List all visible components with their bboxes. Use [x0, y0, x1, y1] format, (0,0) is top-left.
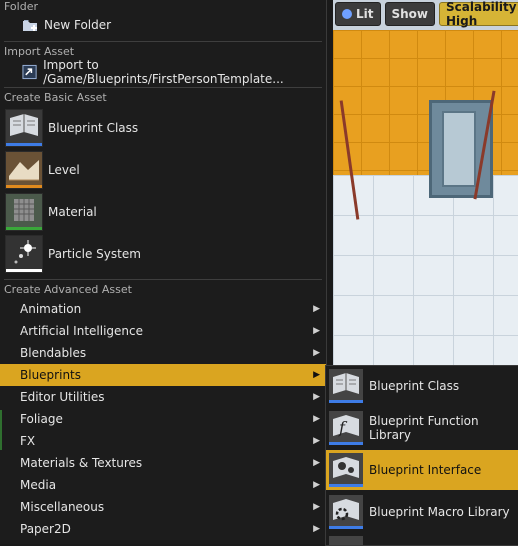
basic-item-particle-system[interactable]: Particle System: [0, 234, 326, 274]
advanced-item-editor-utilities[interactable]: Editor Utilities ▶: [0, 386, 326, 408]
submenu-item-function-library[interactable]: f Blueprint Function Library: [326, 408, 518, 448]
advanced-item-media[interactable]: Media ▶: [0, 474, 326, 496]
submenu-arrow-icon: ▶: [313, 458, 320, 468]
advanced-item-paper2d[interactable]: Paper2D ▶: [0, 518, 326, 540]
scalability-label: Scalability: High: [446, 0, 518, 28]
show-label: Show: [391, 7, 429, 21]
basic-item-material[interactable]: Material: [0, 192, 326, 232]
import-icon: [22, 64, 37, 80]
import-label: Import to /Game/Blueprints/FirstPersonTe…: [43, 58, 284, 86]
submenu-arrow-icon: ▶: [313, 480, 320, 490]
separator: [4, 41, 322, 42]
advanced-item-label: Media: [20, 478, 57, 492]
import-asset-item[interactable]: Import to /Game/Blueprints/FirstPersonTe…: [0, 58, 326, 86]
basic-item-label: Particle System: [48, 247, 141, 261]
advanced-item-foliage[interactable]: Foliage ▶: [0, 408, 326, 430]
level-viewport[interactable]: [333, 0, 518, 366]
viewport-toolbar: Lit Show Scalability: High: [333, 0, 518, 28]
submenu-item-blueprint-interface[interactable]: Blueprint Interface: [326, 450, 518, 490]
submenu-arrow-icon: ▶: [313, 304, 320, 314]
background-strip: [0, 410, 2, 450]
submenu-arrow-icon: ▶: [313, 414, 320, 424]
submenu-arrow-icon: ▶: [313, 326, 320, 336]
particle-system-icon: [5, 235, 43, 273]
advanced-item-fx[interactable]: FX ▶: [0, 430, 326, 452]
submenu-arrow-icon: ▶: [313, 524, 320, 534]
submenu-item-macro-library[interactable]: Blueprint Macro Library: [326, 492, 518, 532]
section-folder-title: Folder: [4, 0, 38, 13]
viewport-floor: [333, 175, 518, 366]
basic-item-label: Level: [48, 163, 80, 177]
level-icon: [5, 151, 43, 189]
advanced-item-label: Artificial Intelligence: [20, 324, 143, 338]
separator: [4, 87, 322, 88]
basic-item-label: Material: [48, 205, 97, 219]
advanced-item-label: FX: [20, 434, 36, 448]
show-button[interactable]: Show: [384, 2, 436, 26]
macro-library-icon: [329, 495, 363, 529]
lit-button[interactable]: Lit: [335, 2, 381, 26]
new-folder-label: New Folder: [44, 18, 112, 32]
advanced-item-label: Animation: [20, 302, 82, 316]
submenu-arrow-icon: ▶: [313, 370, 320, 380]
section-import-title: Import Asset: [4, 45, 75, 58]
submenu-item-label: Blueprint Function Library: [369, 414, 479, 442]
separator: [4, 279, 322, 280]
section-basic-title: Create Basic Asset: [4, 91, 107, 104]
advanced-item-blendables[interactable]: Blendables ▶: [0, 342, 326, 364]
blueprint-interface-icon: [329, 453, 363, 487]
advanced-item-label: Miscellaneous: [20, 500, 105, 514]
submenu-item-blueprint-class[interactable]: Blueprint Class: [326, 366, 518, 406]
advanced-item-label: Paper2D: [20, 522, 71, 536]
new-folder-item[interactable]: New Folder: [0, 14, 326, 36]
submenu-item-label: Blueprint Macro Library: [369, 505, 510, 519]
submenu-item-label: Blueprint Class: [369, 379, 460, 393]
blueprint-class-icon: [329, 369, 363, 403]
advanced-item-label: Blendables: [20, 346, 87, 360]
section-advanced-title: Create Advanced Asset: [4, 283, 132, 296]
advanced-item-label: Materials & Textures: [20, 456, 143, 470]
advanced-item-blueprints[interactable]: Blueprints ▶: [0, 364, 326, 386]
new-folder-icon: [23, 20, 37, 31]
submenu-arrow-icon: ▶: [313, 392, 320, 402]
blueprint-class-icon: [5, 109, 43, 147]
advanced-item-miscellaneous[interactable]: Miscellaneous ▶: [0, 496, 326, 518]
basic-item-blueprint-class[interactable]: Blueprint Class: [0, 108, 326, 148]
lit-icon: [342, 9, 352, 19]
submenu-arrow-icon: ▶: [313, 348, 320, 358]
advanced-item-label: Foliage: [20, 412, 63, 426]
advanced-item-label: Editor Utilities: [20, 390, 105, 404]
basic-item-level[interactable]: Level: [0, 150, 326, 190]
basic-item-label: Blueprint Class: [48, 121, 139, 135]
submenu-item-label: Blueprint Interface: [369, 463, 482, 477]
lit-label: Lit: [356, 7, 374, 21]
scalability-button[interactable]: Scalability: High: [439, 0, 518, 28]
submenu-arrow-icon: ▶: [313, 502, 320, 512]
blueprints-submenu: Blueprint Class f Blueprint Function Lib…: [325, 365, 518, 546]
content-browser-add-menu: Folder New Folder Import Asset Import to…: [0, 0, 327, 544]
advanced-item-animation[interactable]: Animation ▶: [0, 298, 326, 320]
advanced-item-materials-textures[interactable]: Materials & Textures ▶: [0, 452, 326, 474]
advanced-item-label: Blueprints: [20, 368, 82, 382]
function-library-icon: f: [329, 411, 363, 445]
material-icon: [5, 193, 43, 231]
submenu-arrow-icon: ▶: [313, 436, 320, 446]
advanced-item-artificial-intelligence[interactable]: Artificial Intelligence ▶: [0, 320, 326, 342]
